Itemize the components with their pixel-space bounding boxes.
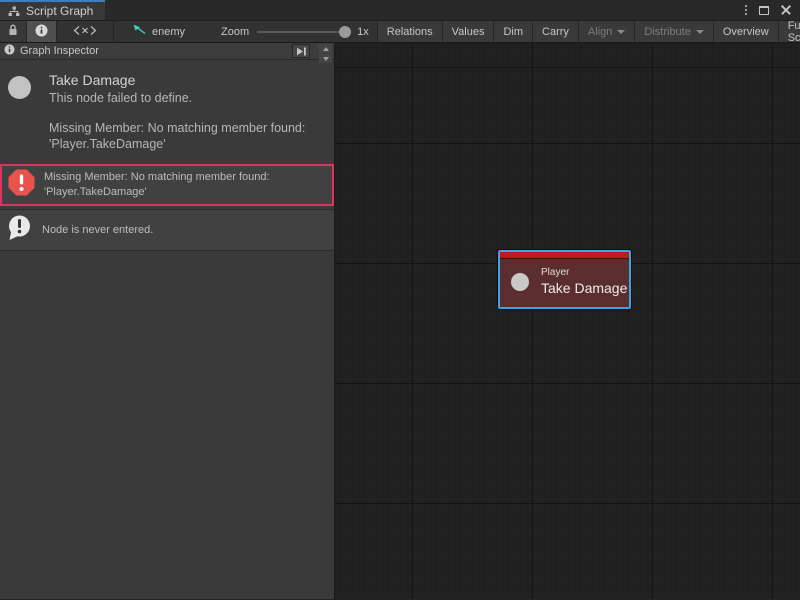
edit-graph-button[interactable] (57, 21, 114, 42)
missing-member-error[interactable]: Missing Member: No matching member found… (0, 164, 334, 206)
graph-inspector-header: Graph Inspector (0, 43, 334, 60)
dim-button[interactable]: Dim (493, 21, 532, 42)
tab-script-graph[interactable]: Script Graph (0, 0, 105, 20)
zoom-slider-handle[interactable] (339, 26, 351, 38)
chevron-down-icon (617, 30, 625, 34)
node-type-label: Player (541, 267, 627, 278)
take-damage-node[interactable]: Player Take Damage (498, 250, 631, 309)
close-icon[interactable] (781, 5, 791, 15)
info-icon (35, 24, 48, 40)
values-button[interactable]: Values (442, 21, 494, 42)
zoom-label: Zoom (221, 26, 249, 38)
zoom-slider[interactable] (257, 31, 349, 33)
distribute-dropdown[interactable]: Distribute (634, 21, 712, 42)
graph-hierarchy-icon (8, 6, 20, 17)
triangle-up-icon (323, 47, 329, 51)
node-summary: Take Damage This node failed to define. … (0, 60, 334, 162)
zoom-value: 1x (357, 26, 369, 38)
define-error-line1: Missing Member: No matching member found… (49, 121, 305, 137)
error-message-line2: 'Player.TakeDamage' (44, 185, 270, 200)
overview-button[interactable]: Overview (713, 21, 778, 42)
panel-title: Graph Inspector (20, 45, 99, 57)
full-screen-button[interactable]: Full Screen (778, 21, 800, 42)
error-message-line1: Missing Member: No matching member found… (44, 170, 270, 185)
graph-canvas[interactable]: Player Take Damage (335, 43, 800, 599)
warning-message: Node is never entered. (42, 223, 153, 238)
node-status: This node failed to define. (49, 91, 305, 105)
script-graph-window: Script Graph (0, 0, 800, 600)
error-octagon-icon (8, 169, 35, 201)
chevron-down-icon (696, 30, 704, 34)
node-port-icon[interactable] (511, 273, 529, 291)
warning-bubble-icon (6, 214, 33, 246)
tab-label: Script Graph (26, 4, 93, 18)
inspector-toggle-button[interactable] (27, 21, 57, 42)
graph-toolbar: enemy Zoom 1x Relations Values Dim Carry… (0, 20, 800, 43)
zoom-control: Zoom 1x (195, 21, 377, 42)
toolbar-right-buttons: Relations Values Dim Carry Align Distrib… (377, 21, 800, 42)
code-icon (73, 25, 97, 39)
maximize-icon[interactable] (759, 6, 769, 15)
align-dropdown[interactable]: Align (578, 21, 634, 42)
never-entered-warning[interactable]: Node is never entered. (0, 209, 334, 251)
scroll-down-button[interactable] (319, 54, 332, 63)
graph-pointer-label: enemy (152, 26, 185, 38)
lock-button[interactable] (0, 21, 27, 42)
node-error-header (500, 252, 629, 259)
relations-button[interactable]: Relations (377, 21, 442, 42)
info-icon (4, 44, 15, 58)
carry-button[interactable]: Carry (532, 21, 578, 42)
tab-bar: Script Graph (0, 0, 800, 20)
triangle-down-icon (323, 57, 329, 61)
dock-right-icon (296, 47, 307, 56)
dock-panel-button[interactable] (292, 44, 310, 58)
node-title-label: Take Damage (541, 280, 627, 296)
graph-pointer-icon (132, 24, 147, 39)
graph-inspector-panel: Graph Inspector Take Damage This node fa… (0, 43, 335, 599)
graph-breadcrumb[interactable]: enemy (114, 21, 195, 42)
panel-scroll-spinner (319, 44, 332, 63)
window-controls (745, 0, 800, 20)
scroll-up-button[interactable] (319, 44, 332, 53)
unit-port-icon (8, 76, 31, 99)
lock-icon (8, 24, 18, 39)
node-title: Take Damage (49, 72, 305, 88)
define-error-line2: 'Player.TakeDamage' (49, 137, 305, 153)
menu-kebab-icon[interactable] (745, 5, 747, 15)
main-area: Graph Inspector Take Damage This node fa… (0, 43, 800, 599)
